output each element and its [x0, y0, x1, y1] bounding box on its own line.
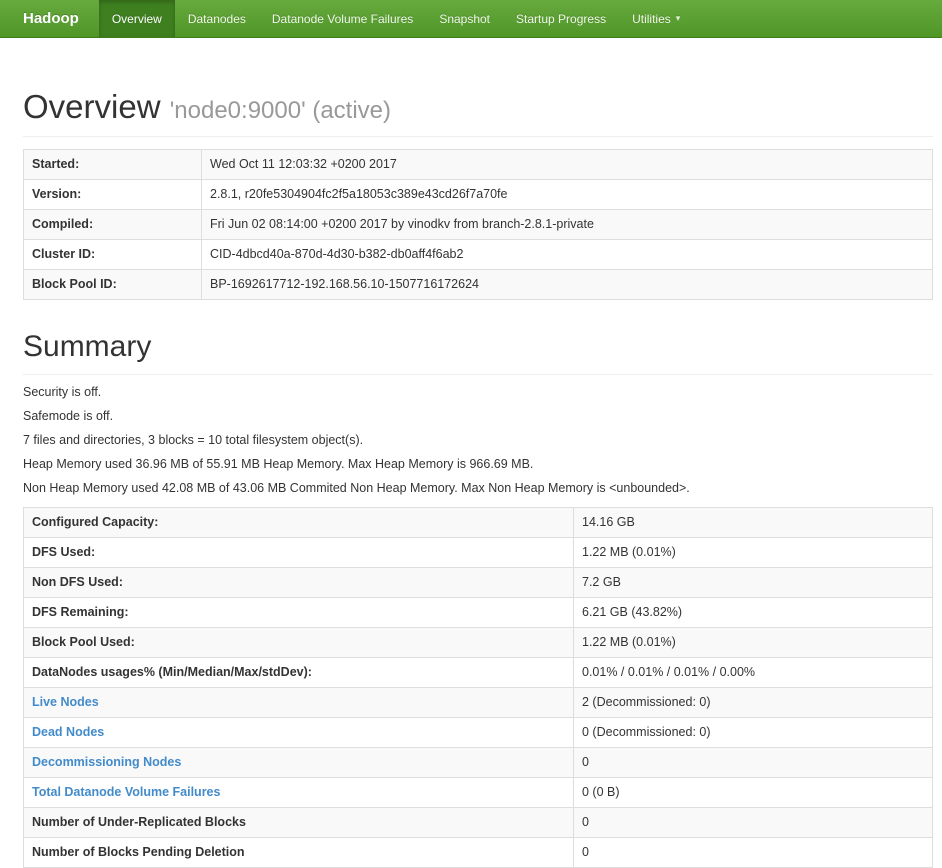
row-value: 1.22 MB (0.01%) — [573, 537, 933, 568]
row-value: CID-4dbcd40a-870d-4d30-b382-db0aff4f6ab2 — [201, 239, 933, 270]
row-value: 0 — [573, 837, 933, 868]
table-row: Cluster ID: CID-4dbcd40a-870d-4d30-b382-… — [23, 239, 933, 270]
row-label: Number of Under-Replicated Blocks — [23, 807, 574, 838]
live-nodes-link[interactable]: Live Nodes — [32, 695, 99, 709]
table-row: Block Pool ID: BP-1692617712-192.168.56.… — [23, 269, 933, 300]
page-content: Overview 'node0:9000' (active) Started: … — [0, 88, 942, 868]
row-label: Block Pool ID: — [23, 269, 202, 300]
row-value: BP-1692617712-192.168.56.10-150771617262… — [201, 269, 933, 300]
summary-heading: Summary — [23, 330, 152, 363]
row-value: 2 (Decommissioned: 0) — [573, 687, 933, 718]
page-title-subtitle: 'node0:9000' (active) — [169, 97, 392, 124]
row-label: Number of Blocks Pending Deletion — [23, 837, 574, 868]
row-label: Configured Capacity: — [23, 507, 574, 538]
nav-link-datanodes[interactable]: Datanodes — [175, 0, 259, 37]
nav-item-startup-progress: Startup Progress — [503, 0, 619, 37]
row-value: 0 — [573, 747, 933, 778]
nav-link-utilities-dropdown[interactable]: Utilities ▾ — [619, 0, 693, 37]
summary-line-security: Security is off. — [23, 385, 102, 399]
total-datanode-volume-failures-link[interactable]: Total Datanode Volume Failures — [32, 785, 220, 799]
summary-line-filesystem-objects: 7 files and directories, 3 blocks = 10 t… — [23, 433, 364, 447]
table-row: Block Pool Used: 1.22 MB (0.01%) — [23, 627, 933, 658]
summary-line-non-heap-memory: Non Heap Memory used 42.08 MB of 43.06 M… — [23, 481, 690, 495]
row-value: Fri Jun 02 08:14:00 +0200 2017 by vinodk… — [201, 209, 933, 240]
row-value: 0.01% / 0.01% / 0.01% / 0.00% — [573, 657, 933, 688]
nav-utilities-label: Utilities — [632, 11, 671, 26]
table-row: Decommissioning Nodes 0 — [23, 747, 933, 778]
page-title-text: Overview — [23, 88, 161, 125]
table-row: DFS Used: 1.22 MB (0.01%) — [23, 537, 933, 568]
row-label: Started: — [23, 149, 202, 180]
summary-line-heap-memory: Heap Memory used 36.96 MB of 55.91 MB He… — [23, 457, 534, 471]
row-label: Cluster ID: — [23, 239, 202, 270]
table-row: Compiled: Fri Jun 02 08:14:00 +0200 2017… — [23, 209, 933, 240]
decommissioning-nodes-link[interactable]: Decommissioning Nodes — [32, 755, 181, 769]
table-row: Configured Capacity: 14.16 GB — [23, 507, 933, 538]
row-value: 6.21 GB (43.82%) — [573, 597, 933, 628]
table-row: Started: Wed Oct 11 12:03:32 +0200 2017 — [23, 149, 933, 180]
summary-line-safemode: Safemode is off. — [23, 409, 114, 423]
top-navbar: Hadoop Overview Datanodes Datanode Volum… — [0, 0, 942, 38]
row-value: 2.8.1, r20fe5304904fc2f5a18053c389e43cd2… — [201, 179, 933, 210]
row-label: Block Pool Used: — [23, 627, 574, 658]
table-row: DataNodes usages% (Min/Median/Max/stdDev… — [23, 657, 933, 688]
row-label: Version: — [23, 179, 202, 210]
row-value: 0 (Decommissioned: 0) — [573, 717, 933, 748]
namenode-info-table: Started: Wed Oct 11 12:03:32 +0200 2017 … — [23, 149, 933, 300]
nav-link-datanode-volume-failures[interactable]: Datanode Volume Failures — [259, 0, 426, 37]
summary-table: Configured Capacity: 14.16 GB DFS Used: … — [23, 507, 933, 868]
divider — [23, 136, 933, 137]
divider — [23, 374, 933, 375]
nav-link-startup-progress[interactable]: Startup Progress — [503, 0, 619, 37]
nav-menu: Overview Datanodes Datanode Volume Failu… — [98, 0, 693, 37]
row-label: Non DFS Used: — [23, 567, 574, 598]
table-row: Number of Blocks Pending Deletion 0 — [23, 837, 933, 868]
dead-nodes-link[interactable]: Dead Nodes — [32, 725, 104, 739]
nav-link-snapshot[interactable]: Snapshot — [426, 0, 503, 37]
table-row: Version: 2.8.1, r20fe5304904fc2f5a18053c… — [23, 179, 933, 210]
nav-item-overview: Overview — [98, 0, 175, 37]
nav-item-snapshot: Snapshot — [426, 0, 503, 37]
row-value: 14.16 GB — [573, 507, 933, 538]
row-label: DFS Remaining: — [23, 597, 574, 628]
row-value: 0 — [573, 807, 933, 838]
nav-item-utilities: Utilities ▾ — [619, 0, 693, 37]
row-label: Compiled: — [23, 209, 202, 240]
nav-item-datanodes: Datanodes — [175, 0, 259, 37]
table-row: Total Datanode Volume Failures 0 (0 B) — [23, 777, 933, 808]
table-row: Number of Under-Replicated Blocks 0 — [23, 807, 933, 838]
page-title: Overview 'node0:9000' (active) — [23, 88, 933, 126]
table-row: Non DFS Used: 7.2 GB — [23, 567, 933, 598]
row-label: DFS Used: — [23, 537, 574, 568]
row-value: Wed Oct 11 12:03:32 +0200 2017 — [201, 149, 933, 180]
row-value: 0 (0 B) — [573, 777, 933, 808]
row-value: 7.2 GB — [573, 567, 933, 598]
table-row: Dead Nodes 0 (Decommissioned: 0) — [23, 717, 933, 748]
chevron-down-icon: ▾ — [675, 13, 681, 23]
nav-link-overview[interactable]: Overview — [98, 0, 175, 37]
brand-hadoop[interactable]: Hadoop — [0, 0, 99, 37]
table-row: DFS Remaining: 6.21 GB (43.82%) — [23, 597, 933, 628]
nav-item-datanode-volume-failures: Datanode Volume Failures — [259, 0, 426, 37]
row-value: 1.22 MB (0.01%) — [573, 627, 933, 658]
row-label: DataNodes usages% (Min/Median/Max/stdDev… — [23, 657, 574, 688]
table-row: Live Nodes 2 (Decommissioned: 0) — [23, 687, 933, 718]
